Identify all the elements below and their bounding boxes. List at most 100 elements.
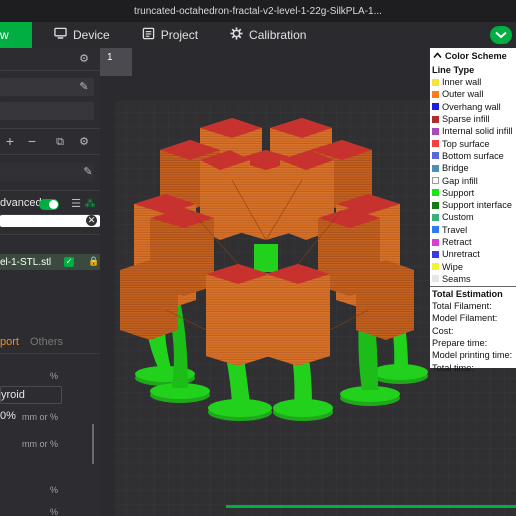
list-icon[interactable]: ☰	[70, 198, 82, 210]
object-list-item[interactable]: el-1-STL.stl	[0, 254, 100, 270]
gear-icon[interactable]: ⚙	[78, 136, 90, 148]
advanced-label: dvanced	[0, 197, 42, 209]
legend-item-label: Unretract	[442, 249, 480, 260]
legend-item[interactable]: Bridge	[430, 162, 516, 174]
legend-item[interactable]: Inner wall	[430, 76, 516, 88]
legend-swatch	[432, 226, 439, 234]
legend-item[interactable]: Bottom surface	[430, 150, 516, 162]
legend-header[interactable]: Color Scheme	[430, 48, 516, 63]
legend-item[interactable]: Travel	[430, 224, 516, 236]
tab-device[interactable]: Device	[42, 22, 122, 48]
legend-item[interactable]: Wipe	[430, 260, 516, 272]
object-name: el-1-STL.stl	[0, 256, 52, 268]
legend-swatch	[432, 213, 439, 221]
legend-item-label: Seams	[442, 273, 471, 284]
settings-scrollbar[interactable]	[92, 424, 94, 464]
tab-project[interactable]: Project	[130, 22, 210, 48]
legend-item-label: Custom	[442, 212, 474, 223]
edit-icon[interactable]: ✎	[78, 81, 90, 93]
legend-swatch	[432, 238, 439, 246]
checkbox-checked-icon[interactable]: ✓	[64, 257, 74, 267]
slicer-window: truncated-octahedron-fractal-v2-level-1-…	[0, 0, 516, 516]
remove-filament-button[interactable]: −	[26, 134, 38, 148]
legend-swatch	[432, 78, 439, 86]
legend-item-label: Support	[442, 187, 475, 198]
legend-swatch	[432, 127, 439, 135]
object-search-input[interactable]	[0, 215, 100, 227]
sparse-pattern-select[interactable]: yroid	[0, 386, 62, 404]
slice-menu-button[interactable]	[486, 22, 516, 48]
legend-item-label: Support interface	[442, 200, 512, 211]
legend-item-label: Retract	[442, 237, 472, 247]
chevron-down-icon	[490, 26, 512, 44]
legend-swatch	[432, 201, 439, 209]
plate-select[interactable]	[0, 102, 94, 120]
arrange-icon[interactable]: ⁂	[84, 198, 96, 210]
close-icon[interactable]: ✕	[86, 215, 97, 226]
legend-item[interactable]: Gap infill	[430, 174, 516, 186]
estimation-list: Total Filament: Model Filament: Cost: Prepa…	[430, 300, 516, 374]
gear-icon[interactable]: ⚙	[78, 53, 90, 65]
legend-item[interactable]: Overhang wall	[430, 101, 516, 113]
percent-unit: %	[50, 507, 59, 516]
filament-select[interactable]	[0, 163, 94, 181]
legend-item-label: Wipe	[442, 261, 463, 272]
mm-or-percent-unit: mm or %	[22, 439, 58, 449]
estimation-row: Total time:	[432, 362, 474, 373]
legend-item[interactable]: Custom	[430, 211, 516, 223]
legend-items: Inner wall Outer wall Overhang wall Sparse …	[430, 76, 516, 285]
line-type-select[interactable]: Line Type	[430, 63, 516, 76]
tab-prepare-label: w	[0, 28, 9, 42]
layer-slider[interactable]	[226, 505, 516, 508]
legend-item[interactable]: Internal solid infill	[430, 125, 516, 137]
estimation-row: Cost:	[432, 325, 454, 336]
divider	[0, 190, 100, 191]
density-value[interactable]: 0%	[0, 410, 16, 422]
plate-thumbnail[interactable]: 1	[104, 50, 130, 72]
legend-item[interactable]: Support interface	[430, 199, 516, 211]
legend-swatch	[432, 275, 439, 283]
add-filament-button[interactable]: +	[4, 134, 16, 148]
tab-calibration-label: Calibration	[249, 28, 307, 42]
chevron-up-icon[interactable]	[433, 51, 442, 61]
legend-item-label: Travel	[442, 224, 468, 235]
estimation-row: Model Filament:	[432, 313, 498, 324]
legend-item[interactable]: Top surface	[430, 137, 516, 149]
window-title: truncated-octahedron-fractal-v2-level-1-…	[134, 5, 382, 17]
tab-others[interactable]: Others	[30, 336, 63, 348]
legend-item[interactable]: Unretract	[430, 248, 516, 260]
legend-item[interactable]: Outer wall	[430, 88, 516, 100]
legend-item-label: Bottom surface	[442, 150, 504, 161]
percent-unit: %	[50, 371, 59, 381]
legend-item[interactable]: Seams	[430, 273, 516, 285]
legend-item[interactable]: Support	[430, 187, 516, 199]
edit-icon[interactable]: ✎	[82, 166, 94, 178]
legend-title: Color Scheme	[445, 50, 507, 61]
device-icon	[54, 27, 67, 43]
legend-swatch	[432, 140, 439, 148]
percent-unit: %	[50, 485, 59, 495]
advanced-toggle[interactable]	[39, 199, 59, 210]
tab-support[interactable]: port	[0, 336, 19, 348]
legend-swatch	[432, 152, 439, 160]
tab-device-label: Device	[73, 28, 110, 42]
filament-sync-icon[interactable]: ⧉	[54, 136, 66, 148]
legend-item[interactable]: Retract	[430, 236, 516, 248]
legend-item-label: Top surface	[442, 138, 490, 149]
legend-swatch	[432, 115, 439, 123]
legend-item-label: Inner wall	[442, 77, 482, 88]
legend-item-label: Bridge	[442, 163, 469, 174]
legend-item[interactable]: Sparse infill	[430, 113, 516, 125]
tab-calibration[interactable]: Calibration	[218, 22, 318, 48]
estimation-row: Model printing time:	[432, 350, 513, 361]
legend-swatch	[432, 250, 439, 258]
divider	[0, 70, 100, 71]
legend-item-label: Sparse infill	[442, 114, 490, 125]
mm-or-percent-unit: mm or %	[22, 412, 58, 422]
legend-item-label: Internal solid infill	[442, 126, 513, 137]
main-tab-bar: w Device Project Calibration	[0, 22, 516, 48]
title-bar: truncated-octahedron-fractal-v2-level-1-…	[0, 0, 516, 22]
lock-icon[interactable]: 🔒	[88, 257, 99, 266]
tab-prepare[interactable]: w	[0, 22, 32, 48]
estimation-title: Total Estimation	[432, 288, 503, 299]
